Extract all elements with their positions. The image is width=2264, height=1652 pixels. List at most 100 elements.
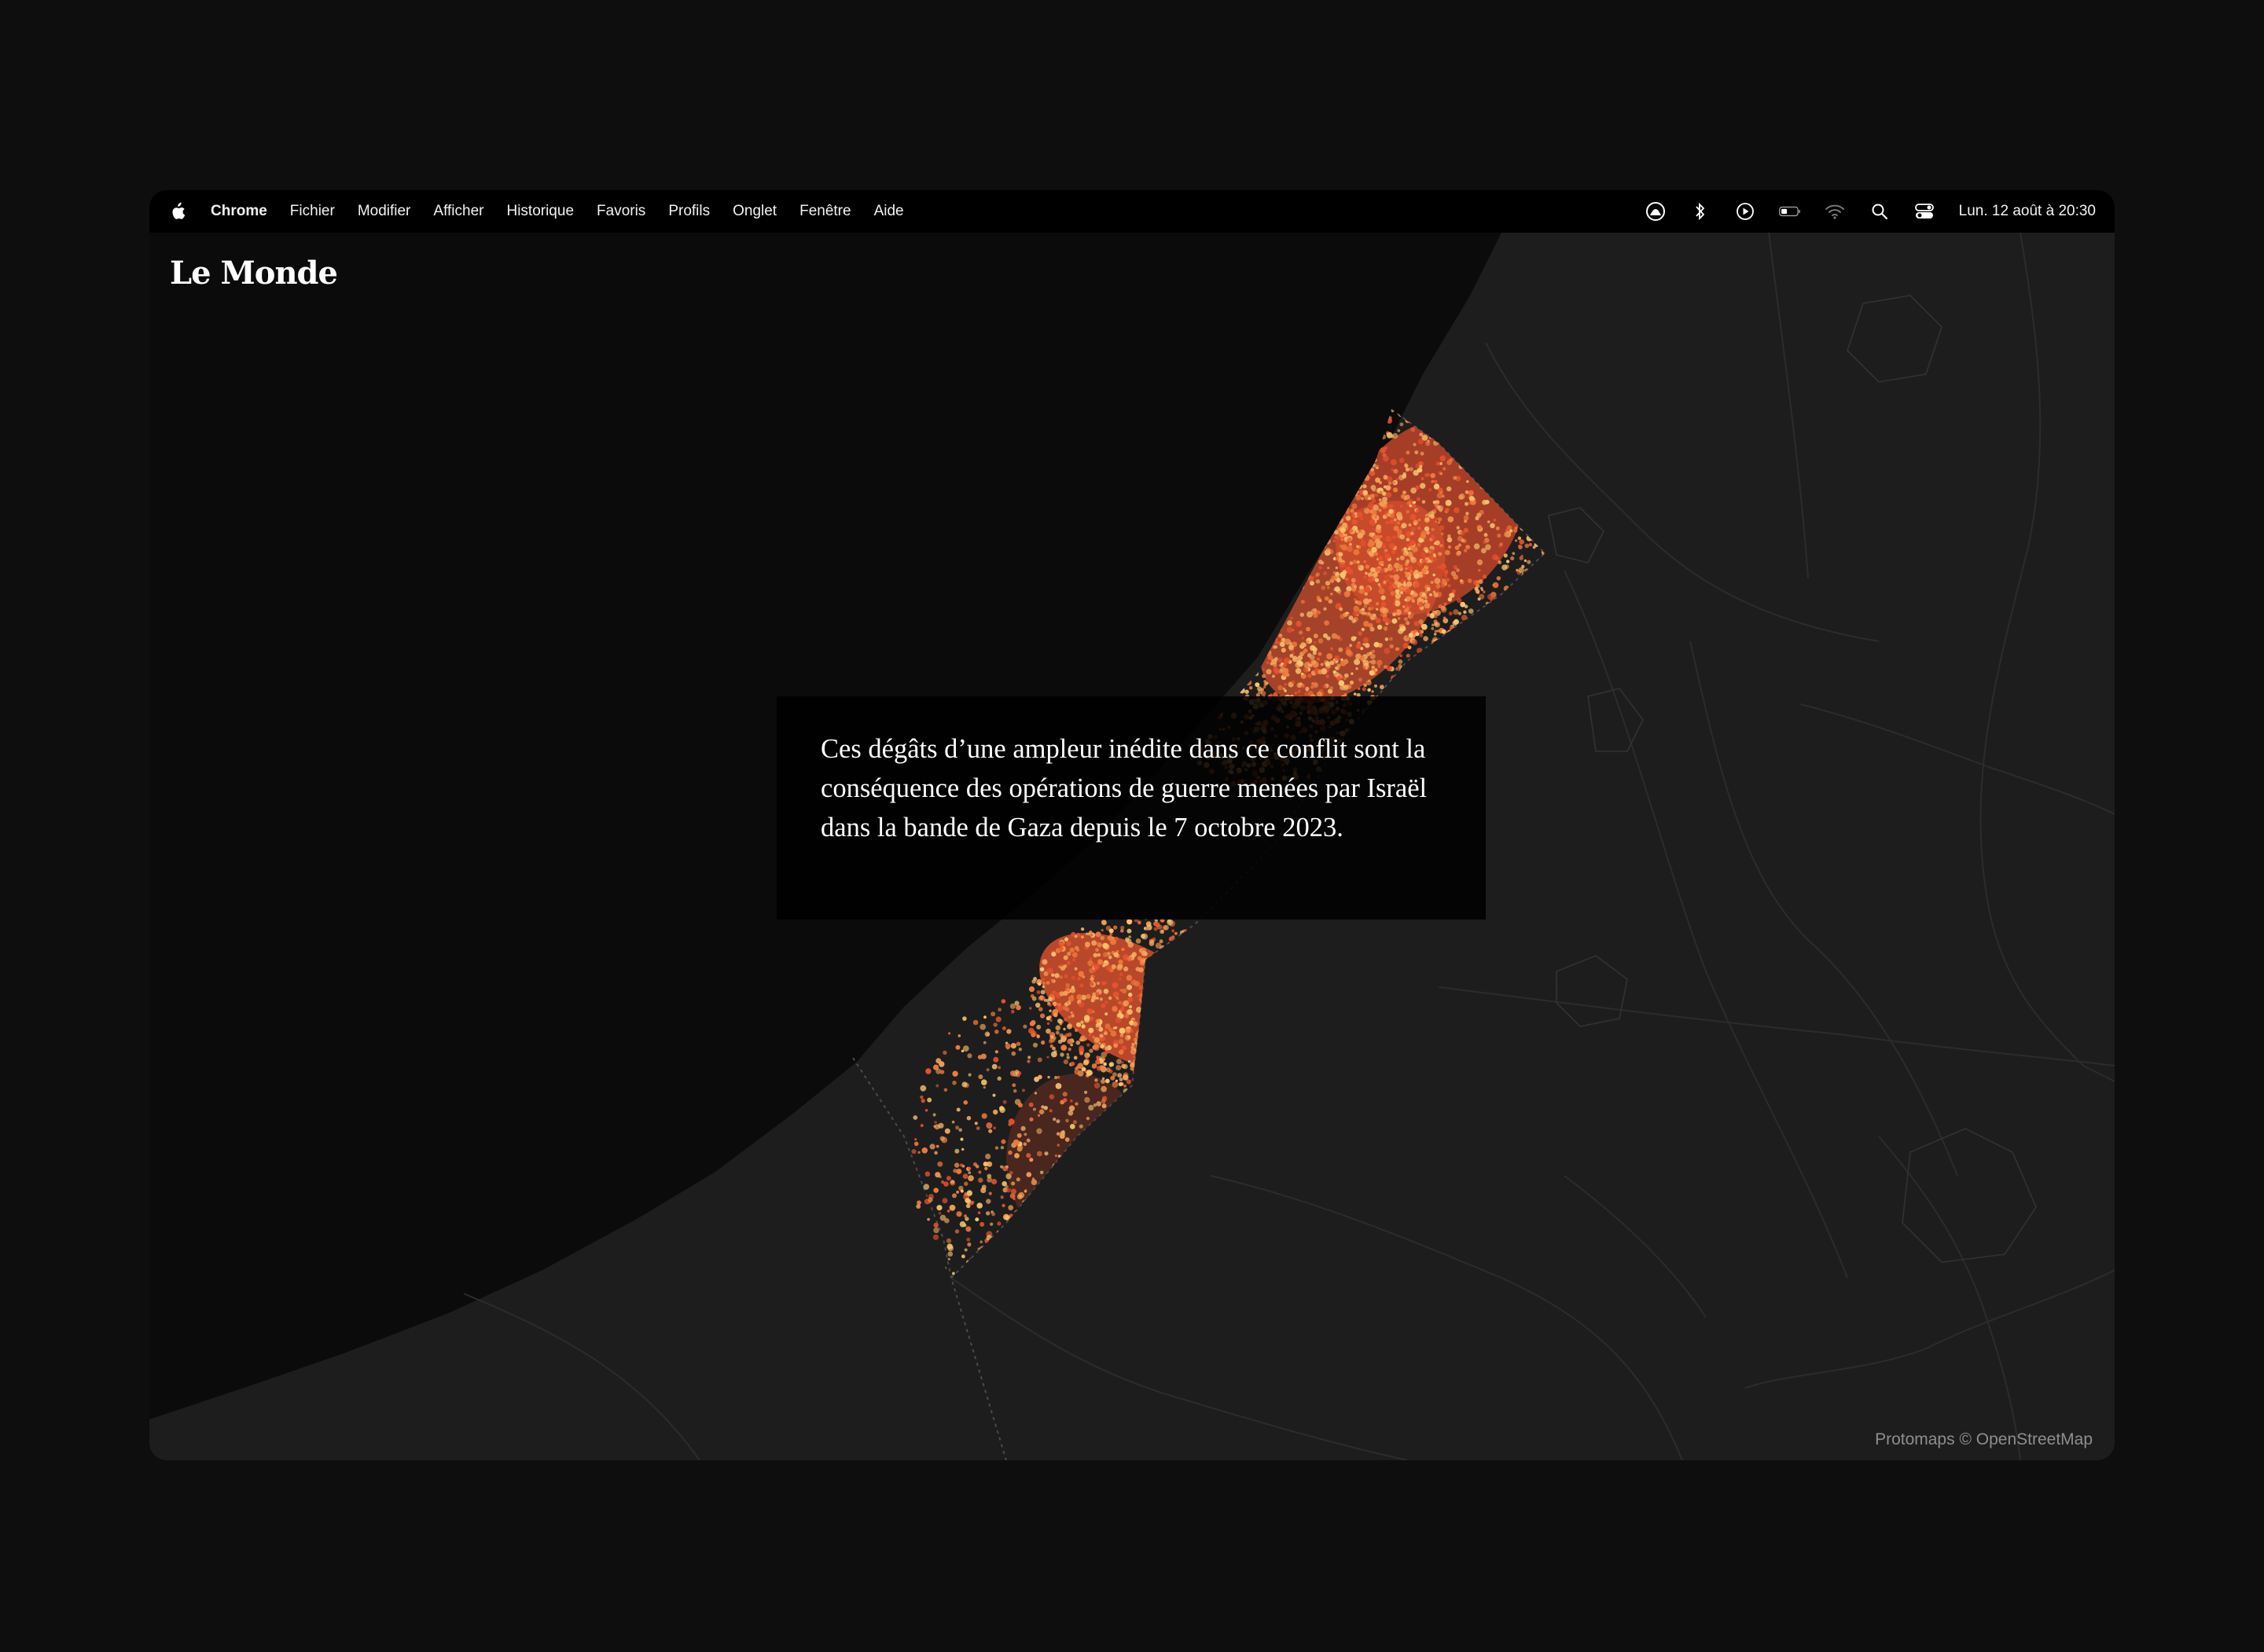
damage-point xyxy=(1035,1002,1041,1008)
control-center-icon[interactable] xyxy=(1913,200,1935,222)
damage-point xyxy=(1413,442,1417,446)
damage-point xyxy=(1011,1009,1015,1014)
menubar-clock[interactable]: Lun. 12 août à 20:30 xyxy=(1959,203,2096,220)
damage-point xyxy=(1218,657,1226,664)
damage-point xyxy=(1317,610,1321,615)
damage-point xyxy=(1351,454,1356,460)
damage-point xyxy=(960,1137,964,1141)
damage-point xyxy=(954,1148,960,1154)
damage-point xyxy=(1093,1037,1101,1044)
damage-point xyxy=(1273,526,1276,529)
damage-point xyxy=(1093,969,1097,972)
damage-point xyxy=(1358,463,1365,469)
damage-point xyxy=(1118,1038,1124,1044)
damage-point xyxy=(1369,539,1373,544)
le-monde-logo[interactable]: Le Monde xyxy=(170,255,338,292)
wifi-icon[interactable] xyxy=(1824,200,1846,222)
menu-fichier[interactable]: Fichier xyxy=(290,203,335,220)
damage-point xyxy=(1051,973,1055,977)
damage-point xyxy=(1271,546,1277,553)
damage-point xyxy=(1281,648,1286,653)
damage-point xyxy=(920,1095,924,1099)
damage-point xyxy=(1376,524,1382,530)
damage-point xyxy=(1391,535,1396,540)
damage-point xyxy=(938,1212,942,1215)
damage-point xyxy=(1110,938,1116,945)
damage-point xyxy=(1244,571,1249,577)
damage-point xyxy=(1432,573,1435,577)
menu-onglet[interactable]: Onglet xyxy=(733,203,777,220)
damage-point xyxy=(1385,492,1392,498)
damage-point xyxy=(1287,587,1292,592)
damage-point xyxy=(1127,1059,1131,1063)
damage-point xyxy=(1116,964,1123,971)
damage-point xyxy=(1322,685,1327,689)
damage-point xyxy=(983,1086,986,1089)
menu-aide[interactable]: Aide xyxy=(874,203,904,220)
map-attribution[interactable]: Protomaps © OpenStreetMap xyxy=(1875,1430,2093,1449)
menu-historique[interactable]: Historique xyxy=(506,203,574,220)
play-icon[interactable] xyxy=(1734,200,1756,222)
damage-point xyxy=(1049,1019,1053,1022)
damage-point xyxy=(978,1074,983,1080)
damage-point xyxy=(1029,1158,1034,1162)
menu-app-name[interactable]: Chrome xyxy=(211,203,267,220)
damage-point xyxy=(1347,568,1354,575)
damage-point xyxy=(1312,651,1317,655)
damage-point xyxy=(944,1128,950,1134)
search-icon[interactable] xyxy=(1869,200,1891,222)
damage-point xyxy=(1425,441,1431,446)
damage-point xyxy=(1409,504,1413,508)
damage-point xyxy=(1182,686,1186,690)
damage-point xyxy=(1289,570,1294,575)
damage-point xyxy=(1084,942,1090,948)
damage-point xyxy=(1408,523,1412,527)
apple-logo-icon[interactable] xyxy=(170,201,187,222)
damage-point xyxy=(992,1093,996,1097)
damage-point xyxy=(1024,1133,1027,1136)
damage-point xyxy=(1240,666,1244,671)
menu-afficher[interactable]: Afficher xyxy=(433,203,483,220)
damage-point xyxy=(1248,567,1255,575)
damage-point xyxy=(1141,950,1147,956)
damage-point xyxy=(928,1197,933,1202)
damage-point xyxy=(961,1254,965,1259)
damage-point xyxy=(1118,959,1123,964)
bluetooth-icon[interactable] xyxy=(1689,200,1711,222)
damage-point xyxy=(1355,611,1360,615)
damage-point xyxy=(1380,447,1386,453)
damage-point xyxy=(1245,567,1251,572)
damage-point xyxy=(956,1169,962,1174)
damage-point xyxy=(1141,957,1146,963)
damage-point xyxy=(1371,428,1376,432)
damage-point xyxy=(1244,581,1248,585)
damage-point xyxy=(1050,978,1054,982)
damage-point xyxy=(1225,672,1231,677)
damage-point xyxy=(1049,1034,1054,1040)
menu-profils[interactable]: Profils xyxy=(668,203,710,220)
menu-favoris[interactable]: Favoris xyxy=(597,203,645,220)
damage-point xyxy=(1013,1139,1020,1146)
damage-point xyxy=(1334,655,1340,661)
damage-point xyxy=(1108,1063,1112,1066)
damage-point xyxy=(1104,1046,1109,1051)
damage-point xyxy=(1365,564,1370,569)
damage-point xyxy=(1155,942,1162,949)
damage-point xyxy=(1465,490,1469,494)
menu-modifier[interactable]: Modifier xyxy=(358,203,411,220)
focus-icon[interactable] xyxy=(1645,200,1667,222)
battery-icon[interactable] xyxy=(1778,200,1801,222)
damage-point xyxy=(1439,472,1443,475)
damage-point xyxy=(1483,533,1488,538)
damage-point xyxy=(1527,560,1531,564)
damage-point xyxy=(1261,616,1266,620)
damage-point xyxy=(1367,576,1374,583)
damage-point xyxy=(917,1151,921,1155)
damage-point xyxy=(1119,1049,1124,1055)
menu-fenetre[interactable]: Fenêtre xyxy=(799,203,851,220)
damage-point xyxy=(1057,1019,1063,1024)
damage-point xyxy=(1376,659,1383,666)
damage-point xyxy=(1123,1084,1126,1088)
damage-point xyxy=(981,1184,987,1190)
damage-point xyxy=(1368,497,1371,500)
